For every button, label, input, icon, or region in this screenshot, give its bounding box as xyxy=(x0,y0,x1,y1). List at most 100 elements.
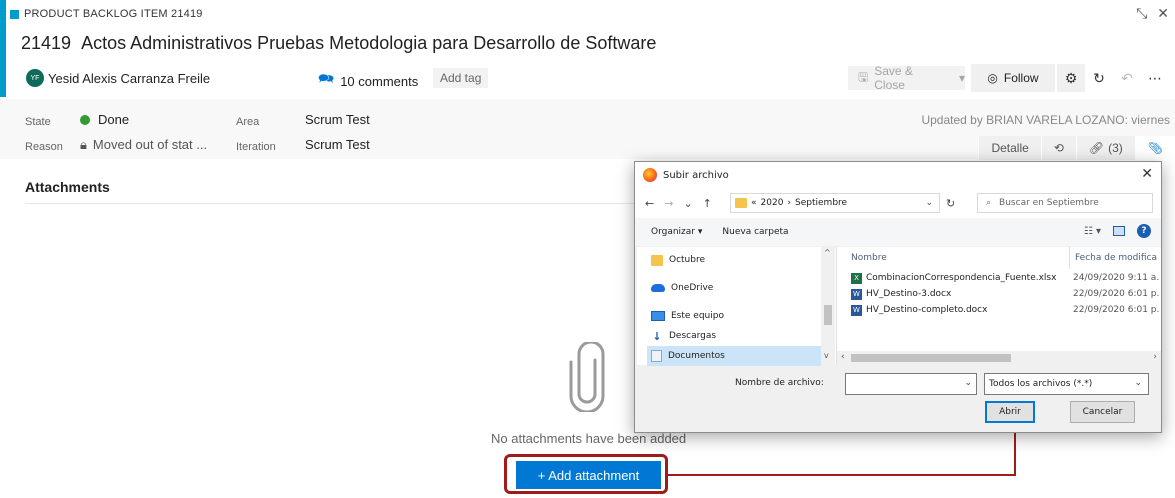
work-item-title[interactable]: 21419 Actos Administrativos Pruebas Meto… xyxy=(21,33,656,54)
scrollbar-thumb[interactable] xyxy=(851,354,1011,362)
filetype-select[interactable]: Todos los archivos (*.*) ⌄ xyxy=(984,373,1149,395)
file-name: HV_Destino-3.docx xyxy=(866,289,952,299)
column-date[interactable]: Fecha de modifica xyxy=(1075,247,1157,269)
address-bar[interactable]: « 2020 › Septiembre ⌄ xyxy=(730,193,940,213)
avatar[interactable]: YF xyxy=(26,69,44,87)
help-icon[interactable]: ? xyxy=(1137,224,1151,238)
column-divider xyxy=(1069,247,1070,269)
search-placeholder: Buscar en Septiembre xyxy=(999,198,1099,208)
assigned-to[interactable]: Yesid Alexis Carranza Freile xyxy=(48,71,210,86)
upload-file-dialog: Subir archivo ✕ ← → ⌄ ↑ « 2020 › Septiem… xyxy=(634,161,1162,433)
command-bar: Organizar ▾ Nueva carpeta ☷ ▾ ? xyxy=(635,218,1161,246)
status-dot-icon xyxy=(80,115,90,125)
reason-field[interactable]: 🔒︎ Moved out of stat ... xyxy=(80,137,207,153)
state-label: State xyxy=(25,116,51,128)
backlog-item-icon xyxy=(10,9,19,19)
gear-icon[interactable]: ⚙ xyxy=(1057,64,1085,92)
area-label: Area xyxy=(236,116,260,128)
chevron-up-icon[interactable]: ^ xyxy=(824,248,831,257)
open-button[interactable]: Abrir xyxy=(985,401,1035,423)
back-arrow-icon[interactable]: ← xyxy=(645,197,654,210)
search-input[interactable]: ⌕ Buscar en Septiembre xyxy=(977,193,1153,213)
file-date: 24/09/2020 9:11 a. xyxy=(1073,273,1160,283)
chevron-down-icon[interactable]: ⌄ xyxy=(683,197,692,210)
iteration-label: Iteration xyxy=(236,141,276,153)
organize-button[interactable]: Organizar ▾ xyxy=(651,227,702,237)
refresh-icon[interactable]: ↻ xyxy=(946,197,955,210)
nav-item-octubre[interactable]: Octubre xyxy=(647,250,821,270)
nav-item-este-equipo[interactable]: Este equipo xyxy=(647,306,821,326)
area-field[interactable]: Scrum Test xyxy=(305,112,370,127)
iteration-field[interactable]: Scrum Test xyxy=(305,137,370,152)
add-attachment-button[interactable]: + Add attachment xyxy=(516,461,661,489)
file-list-scrollbar[interactable]: ‹ › xyxy=(837,351,1161,365)
close-icon[interactable]: ✕ xyxy=(1157,5,1169,22)
nav-item-label: Este equipo xyxy=(671,311,724,321)
file-row[interactable]: X CombinacionCorrespondencia_Fuente.xlsx… xyxy=(851,270,1161,286)
follow-button[interactable]: ◎ Follow xyxy=(971,64,1055,92)
chevron-right-icon[interactable]: › xyxy=(1153,352,1157,362)
download-icon: ↓ xyxy=(652,329,662,343)
work-item-title-text[interactable]: Actos Administrativos Pruebas Metodologi… xyxy=(81,33,656,53)
up-arrow-icon[interactable]: ↑ xyxy=(703,197,712,210)
add-tag-button[interactable]: Add tag xyxy=(433,68,489,88)
file-row[interactable]: W HV_Destino-completo.docx 22/09/2020 6:… xyxy=(851,302,1161,318)
view-options-icon[interactable]: ☷ ▾ xyxy=(1084,226,1101,237)
nav-item-onedrive[interactable]: OneDrive xyxy=(647,278,821,298)
forward-arrow-icon[interactable]: → xyxy=(664,197,673,210)
file-row[interactable]: W HV_Destino-3.docx 22/09/2020 6:01 p. xyxy=(851,286,1161,302)
chevron-down-icon[interactable]: v xyxy=(824,351,829,360)
folder-icon xyxy=(735,198,747,208)
history-icon: ⟲ xyxy=(1053,141,1064,155)
links-count: (3) xyxy=(1108,141,1123,155)
cancel-button[interactable]: Cancelar xyxy=(1070,401,1135,423)
file-list: Nombre Fecha de modifica X CombinacionCo… xyxy=(837,247,1161,365)
work-item-toolbar: 🖫 Save & Close ▾ ◎ Follow ⚙ ↻ ↶ ⋯ xyxy=(848,64,1169,92)
chevron-down-icon: ⌄ xyxy=(1134,378,1142,388)
preview-pane-icon[interactable] xyxy=(1113,226,1125,236)
filename-input[interactable]: ⌄ xyxy=(845,373,977,395)
dialog-titlebar[interactable]: Subir archivo ✕ xyxy=(635,162,1161,188)
updated-by[interactable]: Updated by BRIAN VARELA LOZANO: viernes xyxy=(921,113,1170,127)
save-close-button[interactable]: 🖫 Save & Close ▾ xyxy=(848,64,965,92)
comments-link[interactable]: 🗪 10 comments xyxy=(318,70,418,92)
documents-icon xyxy=(651,350,662,362)
close-icon[interactable]: ✕ xyxy=(1141,166,1153,182)
state-value: Done xyxy=(98,112,130,127)
tab-links[interactable]: 🔗︎ (3) xyxy=(1075,136,1135,160)
column-name[interactable]: Nombre xyxy=(851,247,887,269)
nav-item-descargas[interactable]: ↓ Descargas xyxy=(647,326,821,346)
file-name: HV_Destino-completo.docx xyxy=(866,305,988,315)
path-year[interactable]: 2020 xyxy=(761,198,784,208)
tab-detalle[interactable]: Detalle xyxy=(978,136,1041,160)
word-file-icon: W xyxy=(851,304,862,316)
tab-history[interactable]: ⟲ xyxy=(1040,136,1076,160)
scrollbar-thumb[interactable] xyxy=(824,305,832,325)
file-name: CombinacionCorrespondencia_Fuente.xlsx xyxy=(866,273,1057,283)
undo-icon[interactable]: ↶ xyxy=(1113,64,1141,92)
nav-scrollbar[interactable]: ^ v xyxy=(821,247,835,365)
path-month[interactable]: Septiembre xyxy=(795,198,847,208)
comments-count: 10 comments xyxy=(340,73,419,89)
state-field[interactable]: Done xyxy=(80,112,129,127)
address-row: ← → ⌄ ↑ « 2020 › Septiembre ⌄ ↻ ⌕ Buscar… xyxy=(635,188,1161,218)
chevron-down-icon[interactable]: ⌄ xyxy=(925,198,933,208)
work-item-tabs: Detalle ⟲ 🔗︎ (3) 📎︎ xyxy=(978,136,1175,160)
collapse-icon[interactable]: ⤡ xyxy=(1136,5,1147,22)
new-folder-button[interactable]: Nueva carpeta xyxy=(722,227,788,237)
save-close-label: Save & Close xyxy=(874,64,913,92)
chevron-left-icon[interactable]: ‹ xyxy=(841,352,845,362)
folder-icon xyxy=(651,254,663,266)
nav-item-label: Descargas xyxy=(669,331,717,341)
paperclip-icon xyxy=(569,342,605,412)
more-actions-icon[interactable]: ⋯ xyxy=(1141,64,1169,92)
work-item-type-label: PRODUCT BACKLOG ITEM 21419 xyxy=(24,8,203,20)
chevron-down-icon[interactable]: ⌄ xyxy=(964,378,972,388)
tab-attachments[interactable]: 📎︎ xyxy=(1134,136,1175,160)
nav-item-documentos[interactable]: Documentos xyxy=(647,346,821,366)
cloud-icon xyxy=(651,284,665,292)
refresh-icon[interactable]: ↻ xyxy=(1085,64,1113,92)
paperclip-icon: 📎︎ xyxy=(1147,141,1163,155)
work-item-accent-bar xyxy=(0,0,6,97)
path-overflow[interactable]: « xyxy=(751,198,757,208)
